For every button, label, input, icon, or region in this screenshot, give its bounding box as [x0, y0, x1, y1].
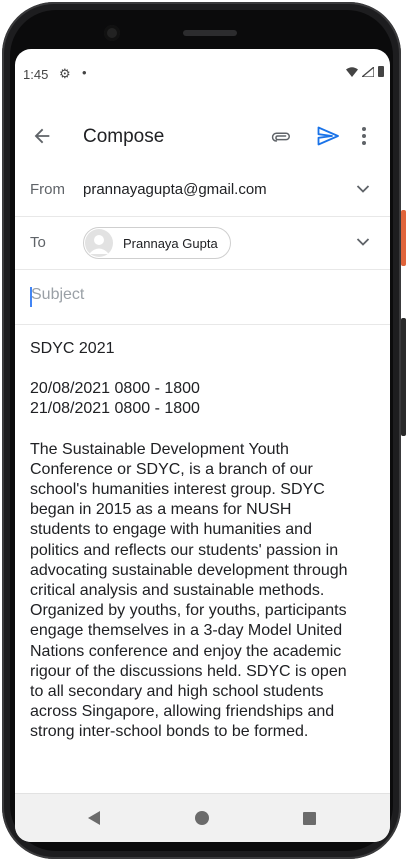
device-frame: 1:45 ⚙ • Compose From prannayagupta@gmai… [0, 0, 407, 863]
subject-row[interactable] [15, 270, 390, 325]
system-nav-bar [15, 793, 390, 842]
body-text-line: school's humanities interest group. SDYC [30, 481, 325, 499]
power-button[interactable] [401, 210, 406, 266]
chevron-down-icon[interactable] [356, 235, 370, 249]
settings-gear-icon: ⚙ [59, 66, 71, 81]
front-camera [104, 25, 120, 41]
to-row[interactable]: To Prannaya Gupta [15, 216, 390, 270]
body-text-line: across Singapore, allowing friendships a… [30, 703, 335, 721]
back-arrow-icon[interactable] [31, 125, 53, 147]
status-bar: 1:45 ⚙ • [15, 49, 390, 97]
body-date-line: 21/08/2021 0800 - 1800 [30, 400, 200, 418]
body-text-line: Conference or SDYC, is a branch of our [30, 460, 313, 478]
nav-home-icon[interactable] [195, 811, 209, 825]
body-text-line: politics and reflects our students' pass… [30, 541, 339, 559]
body-text-line: rigour of the discussions held. SDYC is … [30, 662, 347, 680]
volume-button[interactable] [401, 318, 406, 436]
subject-input[interactable] [31, 286, 371, 304]
from-row[interactable]: From prannayagupta@gmail.com [15, 163, 390, 217]
body-text-line: critical analysis and sustainable method… [30, 582, 325, 600]
chevron-down-icon[interactable] [356, 182, 370, 196]
from-address[interactable]: prannayagupta@gmail.com [83, 181, 267, 198]
to-label: To [30, 234, 46, 251]
wifi-icon [346, 66, 358, 77]
page-title: Compose [83, 126, 165, 147]
from-label: From [30, 181, 65, 198]
body-text-line: began in 2015 as a means for NUSH [30, 501, 292, 519]
app-bar: Compose [15, 111, 390, 161]
body-text-line: students to engage with humanities and [30, 521, 312, 539]
body-text-line: strong inter-school bonds to be formed. [30, 723, 309, 741]
avatar-icon [85, 229, 113, 257]
earpiece-speaker [183, 30, 237, 36]
body-text-line: engage themselves in a 3-day Model Unite… [30, 622, 343, 640]
body-text-line: advocating sustainable development throu… [30, 561, 348, 579]
status-time: 1:45 [23, 67, 49, 82]
body-date-line: 20/08/2021 0800 - 1800 [30, 380, 200, 398]
screen: 1:45 ⚙ • Compose From prannayagupta@gmai… [15, 49, 390, 842]
attach-icon[interactable] [270, 125, 292, 147]
recipient-name: Prannaya Gupta [123, 235, 218, 251]
signal-icon [362, 66, 374, 77]
body-text-line: Nations conference and enjoy the academi… [30, 642, 342, 660]
recipient-chip[interactable]: Prannaya Gupta [83, 227, 231, 259]
body-text-line: to all secondary and high school student… [30, 683, 324, 701]
nav-back-icon[interactable] [87, 810, 101, 826]
message-body[interactable]: SDYC 2021 20/08/2021 0800 - 1800 21/08/2… [30, 339, 378, 743]
status-icons [346, 66, 384, 77]
more-vert-icon[interactable] [360, 125, 368, 147]
battery-icon [378, 66, 384, 77]
nav-recents-icon[interactable] [303, 812, 316, 825]
body-text-line: The Sustainable Development Youth [30, 440, 289, 458]
body-heading: SDYC 2021 [30, 340, 115, 357]
body-text-line: Organized by youths, for youths, partici… [30, 602, 347, 620]
send-icon[interactable] [316, 124, 340, 148]
notification-dot-icon: • [82, 65, 87, 80]
